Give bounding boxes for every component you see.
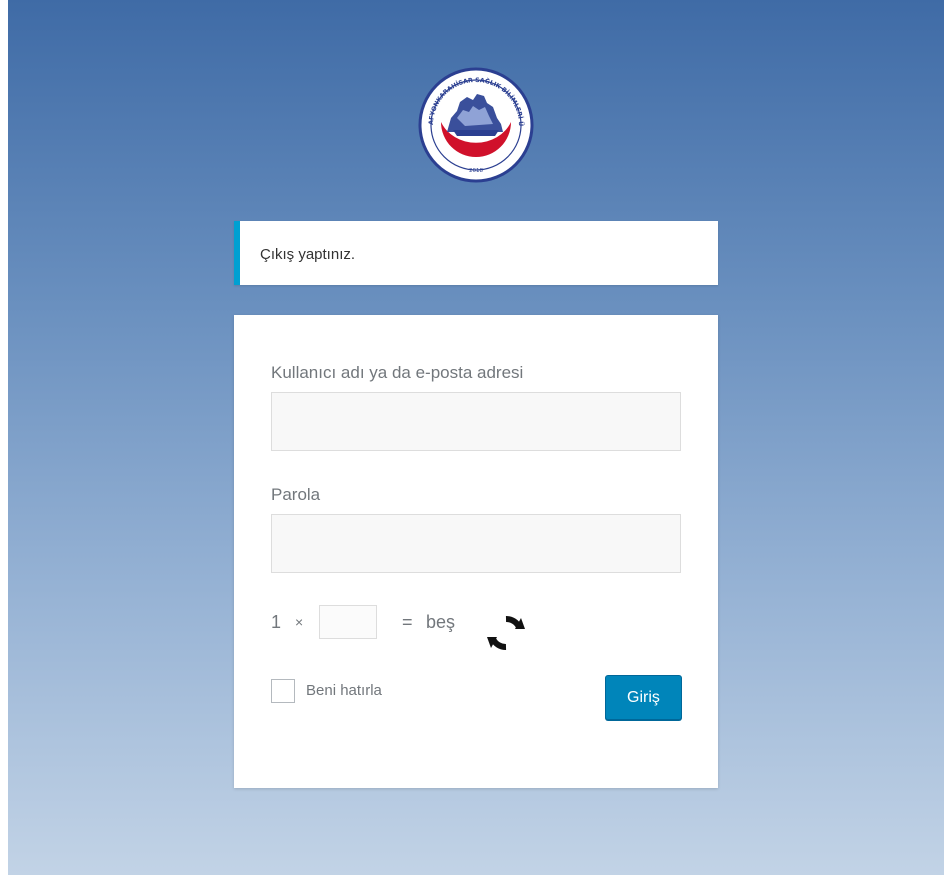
captcha-operand: 1 xyxy=(271,612,282,632)
remember-me-label[interactable]: Beni hatırla xyxy=(306,682,382,699)
university-logo[interactable]: AFYONKARAHİSAR SAĞLIK BİLİMLERİ ÜNİVERSİ… xyxy=(410,59,539,184)
captcha-answer-input[interactable] xyxy=(319,605,377,639)
captcha-equals: = xyxy=(402,612,413,632)
login-form: Kullanıcı adı ya da e-posta adresi Parol… xyxy=(234,315,718,788)
captcha-result: beş xyxy=(426,612,456,632)
remember-me: Beni hatırla xyxy=(271,679,471,705)
username-label: Kullanıcı adı ya da e-posta adresi xyxy=(271,363,524,382)
logo-year: 2018 xyxy=(469,168,483,174)
logout-notice: Çıkış yaptınız. xyxy=(234,221,718,285)
login-submit-button[interactable]: Giriş xyxy=(605,675,682,720)
remember-me-checkbox[interactable] xyxy=(271,679,295,703)
captcha-operator: × xyxy=(295,614,304,630)
refresh-icon[interactable] xyxy=(485,612,527,654)
password-input[interactable] xyxy=(271,514,681,573)
username-input[interactable] xyxy=(271,392,681,451)
math-captcha: 1 × = beş xyxy=(271,605,571,650)
notice-message: Çıkış yaptınız. xyxy=(260,246,356,263)
password-label: Parola xyxy=(271,485,321,504)
